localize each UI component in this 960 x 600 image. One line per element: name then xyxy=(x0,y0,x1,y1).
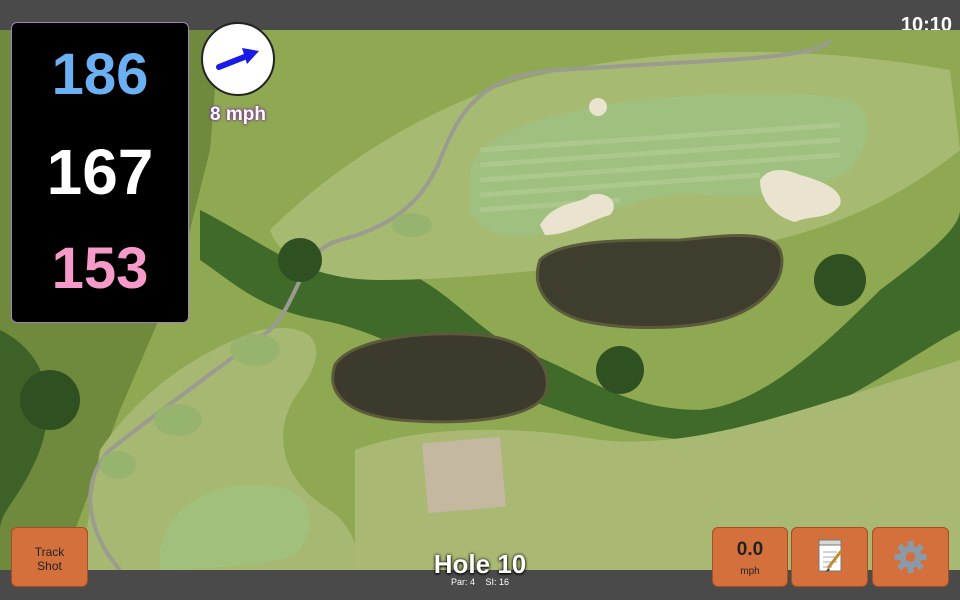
middle-of-green-distance: 167 xyxy=(46,136,154,208)
wind-indicator xyxy=(201,22,275,96)
front-of-green-distance: 153 xyxy=(51,236,149,301)
track-shot-button[interactable]: Track Shot xyxy=(11,527,88,587)
gear-icon xyxy=(894,541,927,573)
hole-title: Hole 10 xyxy=(433,549,527,579)
notes-button[interactable] xyxy=(791,527,868,587)
settings-button[interactable] xyxy=(872,527,949,587)
wind-direction-arrow-icon xyxy=(216,48,259,70)
hole-stroke-index: SI: 16 xyxy=(485,577,510,587)
speed-button[interactable]: 0.0 mph xyxy=(712,527,788,587)
speed-unit: mph xyxy=(740,566,760,577)
back-of-green-distance: 186 xyxy=(51,42,149,107)
track-shot-label: Track Shot xyxy=(34,545,65,573)
hole-meta: Par: 4 SI: 16 xyxy=(380,577,580,587)
notepad-icon xyxy=(818,539,844,572)
distance-panel: 186 167 153 xyxy=(11,22,189,323)
speed-value: 0.0 xyxy=(736,539,764,560)
hole-par: Par: 4 xyxy=(450,577,475,587)
wind-speed-label: 8 mph xyxy=(210,104,266,125)
